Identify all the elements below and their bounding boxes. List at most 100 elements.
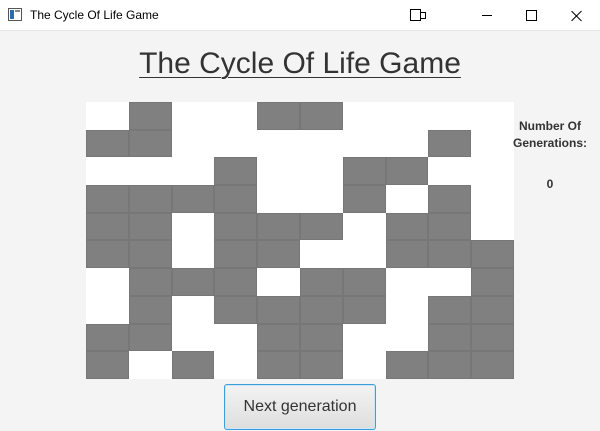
grid-cell[interactable] (299, 268, 343, 296)
grid-cell[interactable] (342, 295, 386, 324)
grid-cell[interactable] (471, 185, 514, 213)
grid-cell[interactable] (299, 102, 343, 130)
grid-cell[interactable] (86, 102, 129, 130)
grid-cell[interactable] (214, 295, 258, 324)
grid-cell[interactable] (428, 351, 472, 379)
grid-cell[interactable] (128, 102, 172, 130)
grid-cell[interactable] (342, 129, 386, 158)
minimize-button[interactable] (464, 0, 510, 31)
grid-cell[interactable] (471, 268, 514, 296)
grid-cell[interactable] (171, 185, 215, 213)
grid-cell[interactable] (257, 212, 300, 241)
grid-cell[interactable] (257, 157, 300, 186)
grid-cell[interactable] (299, 351, 343, 379)
grid-cell[interactable] (214, 185, 258, 213)
grid-cell[interactable] (471, 240, 514, 269)
grid-cell[interactable] (471, 323, 514, 352)
grid-cell[interactable] (342, 240, 386, 269)
next-generation-button[interactable]: Next generation (224, 384, 376, 430)
grid-cell[interactable] (86, 129, 129, 158)
grid-cell[interactable] (428, 268, 472, 296)
close-button[interactable] (554, 0, 600, 31)
grid-cell[interactable] (257, 323, 300, 352)
grid-cell[interactable] (214, 212, 258, 241)
grid-cell[interactable] (342, 351, 386, 379)
grid-cell[interactable] (299, 295, 343, 324)
grid-cell[interactable] (86, 157, 129, 186)
grid-cell[interactable] (428, 185, 472, 213)
grid-cell[interactable] (385, 157, 429, 186)
grid-cell[interactable] (128, 268, 172, 296)
grid-cell[interactable] (257, 268, 300, 296)
grid-cell[interactable] (385, 323, 429, 352)
grid-cell[interactable] (86, 323, 129, 352)
grid-cell[interactable] (214, 102, 258, 130)
grid-cell[interactable] (342, 268, 386, 296)
grid-cell[interactable] (385, 102, 429, 130)
grid-cell[interactable] (86, 185, 129, 213)
grid-cell[interactable] (86, 212, 129, 241)
grid-cell[interactable] (86, 351, 129, 379)
grid-cell[interactable] (171, 323, 215, 352)
grid-cell[interactable] (171, 212, 215, 241)
grid-cell[interactable] (257, 351, 300, 379)
grid-cell[interactable] (171, 240, 215, 269)
tablet-mode-icon[interactable] (410, 9, 426, 21)
grid-cell[interactable] (171, 157, 215, 186)
grid-cell[interactable] (385, 351, 429, 379)
grid-cell[interactable] (214, 157, 258, 186)
grid-cell[interactable] (299, 212, 343, 241)
grid-cell[interactable] (299, 240, 343, 269)
grid-cell[interactable] (214, 268, 258, 296)
grid-cell[interactable] (342, 157, 386, 186)
grid-cell[interactable] (128, 129, 172, 158)
grid-cell[interactable] (342, 212, 386, 241)
grid-cell[interactable] (428, 323, 472, 352)
grid-cell[interactable] (128, 240, 172, 269)
grid-cell[interactable] (428, 212, 472, 241)
grid-cell[interactable] (471, 295, 514, 324)
grid-cell[interactable] (471, 351, 514, 379)
grid-cell[interactable] (471, 212, 514, 241)
grid-cell[interactable] (86, 268, 129, 296)
grid-cell[interactable] (171, 295, 215, 324)
grid-cell[interactable] (214, 129, 258, 158)
grid-cell[interactable] (385, 212, 429, 241)
grid-cell[interactable] (214, 323, 258, 352)
grid-cell[interactable] (428, 295, 472, 324)
grid-cell[interactable] (171, 102, 215, 130)
grid-cell[interactable] (128, 157, 172, 186)
grid-cell[interactable] (299, 129, 343, 158)
grid-cell[interactable] (342, 102, 386, 130)
grid-cell[interactable] (299, 157, 343, 186)
grid-cell[interactable] (128, 323, 172, 352)
grid-cell[interactable] (257, 240, 300, 269)
grid-cell[interactable] (471, 102, 514, 130)
grid-cell[interactable] (128, 295, 172, 324)
grid-cell[interactable] (471, 129, 514, 158)
grid-cell[interactable] (214, 351, 258, 379)
grid-cell[interactable] (214, 240, 258, 269)
grid-cell[interactable] (385, 295, 429, 324)
grid-cell[interactable] (428, 157, 472, 186)
grid-cell[interactable] (257, 185, 300, 213)
grid-cell[interactable] (299, 185, 343, 213)
grid-cell[interactable] (385, 268, 429, 296)
grid-cell[interactable] (342, 185, 386, 213)
grid-cell[interactable] (299, 323, 343, 352)
maximize-button[interactable] (508, 0, 554, 31)
grid-cell[interactable] (428, 102, 472, 130)
grid-cell[interactable] (385, 129, 429, 158)
grid-cell[interactable] (257, 129, 300, 158)
grid-cell[interactable] (171, 351, 215, 379)
grid-cell[interactable] (171, 129, 215, 158)
grid-cell[interactable] (428, 129, 472, 158)
grid-cell[interactable] (257, 295, 300, 324)
grid-cell[interactable] (385, 185, 429, 213)
grid-cell[interactable] (86, 240, 129, 269)
grid-cell[interactable] (128, 351, 172, 379)
grid-cell[interactable] (128, 185, 172, 213)
grid-cell[interactable] (171, 268, 215, 296)
grid-cell[interactable] (257, 102, 300, 130)
grid-cell[interactable] (471, 157, 514, 186)
